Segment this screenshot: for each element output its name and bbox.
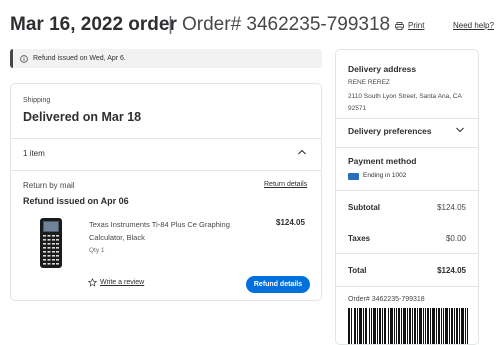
credit-card-icon	[348, 173, 359, 180]
printer-icon	[395, 21, 404, 30]
info-icon	[20, 54, 28, 63]
title-separator: |	[168, 14, 173, 35]
subtotal-value: $124.05	[437, 203, 466, 212]
alert-message: Refund issued on Wed, Apr 6.	[33, 55, 126, 62]
taxes-label: Taxes	[348, 234, 371, 243]
recipient-name: RENE REREZ	[348, 79, 390, 86]
order-number-title: Order# 3462235-799318	[182, 14, 391, 35]
order-date-title: Mar 16, 2022 order	[10, 14, 177, 35]
divider	[11, 170, 321, 171]
product-price: $124.05	[276, 218, 305, 227]
sidebar-order-number: Order# 3462235-799318	[348, 296, 425, 303]
order-summary-sidebar: Delivery address RENE REREZ 2110 South L…	[335, 49, 479, 345]
product-quantity: Qty 1	[89, 247, 105, 254]
divider	[336, 147, 478, 148]
divider	[336, 286, 478, 287]
chevron-down-icon[interactable]	[455, 125, 465, 135]
print-link[interactable]: Print	[395, 21, 424, 30]
delivery-preferences-toggle[interactable]: Delivery preferences	[348, 126, 432, 136]
divider	[336, 253, 478, 254]
print-label: Print	[408, 21, 425, 30]
refund-details-button[interactable]: Refund details	[246, 276, 310, 293]
refund-status: Refund issued on Apr 06	[23, 196, 129, 206]
refund-alert: Refund issued on Wed, Apr 6.	[10, 49, 322, 68]
taxes-value: $0.00	[445, 234, 466, 243]
item-count: 1 item	[23, 149, 45, 158]
subtotal-label: Subtotal	[348, 203, 380, 212]
order-header: Mar 16, 2022 order | Order# 3462235-7993…	[10, 14, 494, 40]
chevron-up-icon[interactable]	[297, 147, 307, 157]
return-details-link[interactable]: Return details	[264, 181, 307, 188]
barcode-image	[348, 308, 468, 344]
return-method: Return by mail	[23, 181, 75, 190]
write-review-link[interactable]: Write a review	[88, 278, 144, 287]
payment-method-title: Payment method	[348, 156, 417, 166]
address-line: 2110 South Lyon Street, Santa Ana, CA 92…	[348, 93, 462, 112]
total-label: Total	[348, 266, 367, 275]
divider	[11, 138, 321, 139]
star-icon	[88, 278, 97, 287]
delivery-address-title: Delivery address	[348, 64, 417, 74]
shipping-label: Shipping	[23, 97, 51, 104]
divider	[336, 190, 478, 191]
card-ending: Ending in 1002	[363, 172, 407, 179]
shipment-card: Shipping Delivered on Mar 18 1 item Retu…	[10, 83, 322, 301]
need-help-link[interactable]: Need help?	[453, 21, 494, 30]
write-review-label: Write a review	[100, 279, 145, 286]
delivery-status: Delivered on Mar 18	[23, 110, 142, 124]
divider	[336, 118, 478, 119]
total-value: $124.05	[437, 266, 466, 275]
calculator-product-image[interactable]	[35, 217, 67, 269]
product-name[interactable]: Texas Instruments Ti-84 Plus Ce Graphing…	[89, 218, 259, 244]
